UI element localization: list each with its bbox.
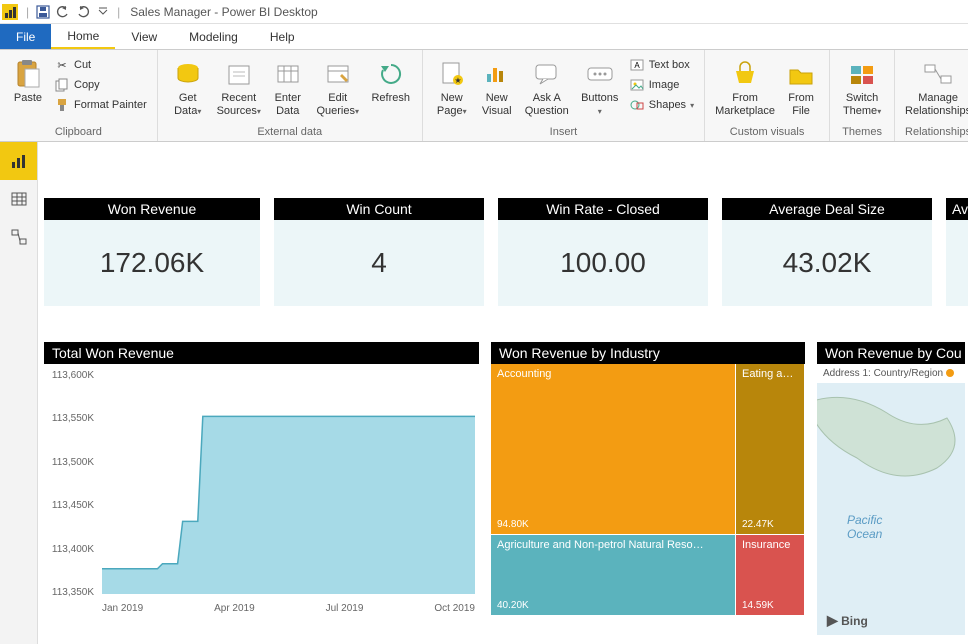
switch-theme-button[interactable]: Switch Theme▾	[838, 54, 886, 118]
enter-data-button[interactable]: Enter Data	[268, 54, 308, 118]
ask-icon	[531, 58, 563, 90]
chart-won-revenue-by-industry[interactable]: Won Revenue by Industry Accounting 94.80…	[491, 342, 805, 635]
kpi-win-count[interactable]: Win Count 4	[274, 198, 484, 306]
kpi-avg-deal-size[interactable]: Average Deal Size 43.02K	[722, 198, 932, 306]
tab-help[interactable]: Help	[254, 24, 311, 49]
save-icon[interactable]	[35, 4, 51, 20]
copy-button[interactable]: Copy	[52, 76, 149, 94]
kpi-won-revenue[interactable]: Won Revenue 172.06K	[44, 198, 260, 306]
ribbon-group-clipboard: Paste ✂Cut Copy Format Painter Clipboard	[0, 50, 158, 141]
line-plot	[102, 372, 475, 594]
ribbon-group-themes: Switch Theme▾ Themes	[830, 50, 895, 141]
brush-icon	[54, 97, 70, 113]
kpi-win-rate[interactable]: Win Rate - Closed 100.00	[498, 198, 708, 306]
textbox-button[interactable]: AText box	[627, 56, 696, 74]
cut-icon: ✂	[54, 57, 70, 73]
chart-total-won-revenue[interactable]: Total Won Revenue 113,600K 113,550K 113,…	[44, 342, 479, 635]
paste-icon	[12, 58, 44, 90]
tab-modeling[interactable]: Modeling	[173, 24, 254, 49]
tab-view[interactable]: View	[115, 24, 173, 49]
buttons-button[interactable]: Buttons▾	[577, 54, 623, 118]
copy-icon	[54, 77, 70, 93]
image-icon	[629, 77, 645, 93]
qat-dropdown-icon[interactable]	[95, 4, 111, 20]
x-axis: Jan 2019 Apr 2019 Jul 2019 Oct 2019	[102, 603, 475, 614]
chart-won-revenue-by-country[interactable]: Won Revenue by Cou Address 1: Country/Re…	[817, 342, 965, 635]
ribbon: Paste ✂Cut Copy Format Painter Clipboard…	[0, 50, 968, 142]
from-file-button[interactable]: From File	[781, 54, 821, 118]
tab-home[interactable]: Home	[51, 24, 115, 49]
redo-icon[interactable]	[75, 4, 91, 20]
svg-text:★: ★	[454, 76, 461, 85]
y-axis: 113,600K 113,550K 113,500K 113,450K 113,…	[44, 370, 98, 598]
image-button[interactable]: Image	[627, 76, 696, 94]
map-legend: Address 1: Country/Region	[817, 364, 965, 383]
ribbon-group-external-data: Get Data▾ Recent Sources▾ Enter Data Edi…	[158, 50, 423, 141]
tab-file[interactable]: File	[0, 24, 51, 49]
new-page-icon: ★	[436, 58, 468, 90]
shapes-button[interactable]: Shapes ▾	[627, 96, 696, 114]
treemap-cell-accounting[interactable]: Accounting 94.80K	[491, 364, 735, 534]
legend-dot-icon	[946, 369, 954, 377]
manage-relationships-button[interactable]: Manage Relationships	[903, 54, 968, 118]
undo-icon[interactable]	[55, 4, 71, 20]
ocean-label: Pacific Ocean	[847, 513, 882, 541]
edit-queries-button[interactable]: Edit Queries▾	[312, 54, 364, 118]
from-file-icon	[785, 58, 817, 90]
rail-model-view[interactable]	[0, 218, 37, 256]
ask-question-button[interactable]: Ask A Question	[521, 54, 573, 118]
ribbon-group-relationships: Manage Relationships Relationships	[895, 50, 968, 141]
svg-text:A: A	[634, 61, 640, 70]
treemap-cell-agriculture[interactable]: Agriculture and Non-petrol Natural Reso……	[491, 535, 735, 615]
switch-theme-icon	[846, 58, 878, 90]
buttons-icon	[584, 58, 616, 90]
kpi-partial[interactable]: Av	[946, 198, 968, 306]
get-data-button[interactable]: Get Data▾	[166, 54, 210, 118]
menu-tabs: File Home View Modeling Help	[0, 24, 968, 50]
rail-data-view[interactable]	[0, 180, 37, 218]
chart-row: Total Won Revenue 113,600K 113,550K 113,…	[44, 342, 968, 635]
rail-report-view[interactable]	[0, 142, 37, 180]
window-title: Sales Manager - Power BI Desktop	[130, 5, 317, 19]
refresh-icon	[375, 58, 407, 90]
cut-button[interactable]: ✂Cut	[52, 56, 149, 74]
paste-button[interactable]: Paste	[8, 54, 48, 105]
recent-icon	[223, 58, 255, 90]
marketplace-icon	[729, 58, 761, 90]
relationships-icon	[922, 58, 954, 90]
left-rail	[0, 142, 38, 644]
refresh-button[interactable]: Refresh	[368, 54, 414, 105]
title-bar: | | Sales Manager - Power BI Desktop	[0, 0, 968, 24]
new-visual-icon	[481, 58, 513, 90]
powerbi-logo-icon	[2, 4, 18, 20]
edit-queries-icon	[322, 58, 354, 90]
ribbon-group-insert: ★New Page▾ New Visual Ask A Question But…	[423, 50, 705, 141]
new-visual-button[interactable]: New Visual	[477, 54, 517, 118]
from-marketplace-button[interactable]: From Marketplace	[713, 54, 777, 118]
treemap-cell-eating[interactable]: Eating a… 22.47K	[736, 364, 804, 534]
shapes-icon	[629, 97, 645, 113]
map-body[interactable]: Pacific Ocean ▶ Bing	[817, 383, 965, 635]
treemap-cell-insurance[interactable]: Insurance 14.59K	[736, 535, 804, 615]
report-canvas[interactable]: Won Revenue 172.06K Win Count 4 Win Rate…	[38, 142, 968, 644]
get-data-icon	[172, 58, 204, 90]
ribbon-group-custom-visuals: From Marketplace From File Custom visual…	[705, 50, 830, 141]
bing-attribution: ▶ Bing	[827, 612, 868, 629]
format-painter-button[interactable]: Format Painter	[52, 96, 149, 114]
recent-sources-button[interactable]: Recent Sources▾	[214, 54, 264, 118]
enter-data-icon	[272, 58, 304, 90]
textbox-icon: A	[629, 57, 645, 73]
new-page-button[interactable]: ★New Page▾	[431, 54, 473, 118]
kpi-row: Won Revenue 172.06K Win Count 4 Win Rate…	[44, 198, 968, 306]
